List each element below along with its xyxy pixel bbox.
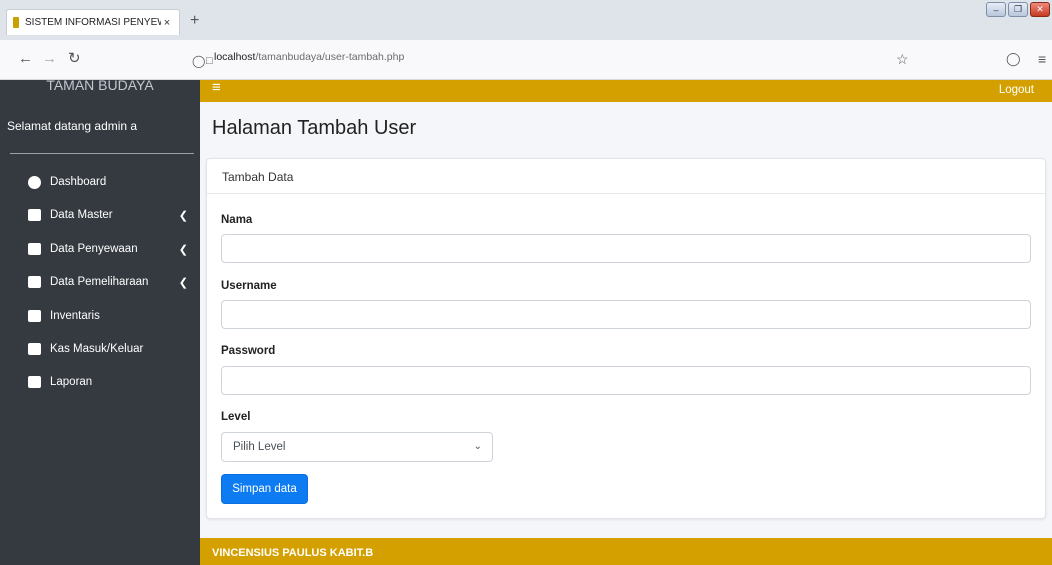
reload-icon[interactable]: ↻ bbox=[68, 50, 81, 68]
footer: VINCENSIUS PAULUS KABIT.B bbox=[200, 538, 1052, 565]
sidebar-item-kas[interactable]: Kas Masuk/Keluar bbox=[28, 341, 188, 357]
sidebar-item-laporan[interactable]: Laporan bbox=[28, 374, 188, 390]
url-bar[interactable]: localhost/tamanbudaya/user-tambah.php bbox=[214, 51, 404, 63]
simpan-button[interactable]: Simpan data bbox=[221, 474, 308, 504]
sidebar-item-inventaris[interactable]: Inventaris bbox=[28, 308, 188, 324]
sidebar-item-label: Dashboard bbox=[50, 176, 107, 188]
level-selected-value: Pilih Level bbox=[233, 441, 286, 453]
footer-text: VINCENSIUS PAULUS KABIT.B bbox=[212, 547, 374, 559]
back-icon[interactable]: ← bbox=[18, 50, 33, 68]
sidebar-item-dashboard[interactable]: Dashboard bbox=[28, 174, 188, 190]
square-icon bbox=[28, 209, 41, 221]
tab-title: SISTEM INFORMASI PENYEWAA bbox=[25, 17, 161, 28]
chevron-left-icon: ❮ bbox=[178, 209, 188, 222]
username-input[interactable] bbox=[221, 300, 1031, 329]
sidebar-item-label: Data Penyewaan bbox=[50, 243, 138, 255]
sidebar-item-label: Laporan bbox=[50, 376, 93, 388]
browser-tab[interactable]: SISTEM INFORMASI PENYEWAA × bbox=[6, 9, 180, 35]
password-label: Password bbox=[221, 345, 276, 357]
sidebar-item-label: Data Master bbox=[50, 209, 113, 221]
url-path: /tamanbudaya/user-tambah.php bbox=[255, 51, 405, 63]
page-title: Halaman Tambah User bbox=[212, 117, 417, 139]
browser-tab-bar: SISTEM INFORMASI PENYEWAA × + – ❐ ✕ bbox=[0, 0, 1052, 40]
sidebar-item-label: Data Pemeliharaan bbox=[50, 276, 149, 288]
sidebar-item-data-penyewaan[interactable]: Data Penyewaan ❮ bbox=[28, 241, 188, 257]
dashboard-icon bbox=[28, 175, 41, 189]
sidebar-divider bbox=[10, 153, 194, 154]
level-label: Level bbox=[221, 411, 251, 423]
window-close-icon[interactable]: ✕ bbox=[1030, 2, 1050, 17]
username-label: Username bbox=[221, 280, 277, 292]
close-tab-icon[interactable]: × bbox=[161, 17, 173, 29]
shield-icon[interactable]: ◯ bbox=[192, 52, 205, 70]
forward-icon[interactable]: → bbox=[42, 50, 57, 68]
sidebar-item-label: Kas Masuk/Keluar bbox=[50, 343, 144, 355]
logout-link[interactable]: Logout bbox=[999, 84, 1034, 96]
window-controls: – ❐ ✕ bbox=[986, 2, 1050, 17]
welcome-text: Selamat datang admin a bbox=[7, 119, 138, 133]
minimize-icon[interactable]: – bbox=[986, 2, 1006, 17]
form-card: Tambah Data bbox=[206, 158, 1046, 519]
sidebar-item-label: Inventaris bbox=[50, 310, 100, 322]
nama-input[interactable] bbox=[221, 234, 1031, 263]
password-input[interactable] bbox=[221, 366, 1031, 395]
url-host: localhost bbox=[214, 51, 256, 63]
chevron-left-icon: ❮ bbox=[178, 276, 188, 289]
new-tab-button[interactable]: + bbox=[190, 13, 199, 29]
page-icon: □ bbox=[206, 55, 213, 67]
restore-icon[interactable]: ❐ bbox=[1008, 2, 1028, 17]
level-select[interactable]: Pilih Level ⌄ bbox=[221, 432, 493, 462]
square-icon bbox=[28, 310, 41, 322]
hamburger-icon[interactable]: ≡ bbox=[212, 79, 221, 97]
nama-label: Nama bbox=[221, 214, 253, 226]
chevron-left-icon: ❮ bbox=[178, 243, 188, 256]
brand-title[interactable]: TAMAN BUDAYA bbox=[0, 74, 200, 94]
favicon-icon bbox=[13, 17, 19, 28]
card-title: Tambah Data bbox=[207, 159, 1045, 194]
top-header: ≡ Logout bbox=[200, 79, 1052, 102]
square-icon bbox=[28, 376, 41, 388]
sidebar: TAMAN BUDAYA Selamat datang admin a Dash… bbox=[0, 78, 200, 565]
pocket-icon[interactable]: ◯ bbox=[1006, 50, 1021, 68]
square-icon bbox=[28, 276, 41, 288]
square-icon bbox=[28, 343, 41, 355]
sidebar-item-data-master[interactable]: Data Master ❮ bbox=[28, 207, 188, 223]
bookmark-star-icon[interactable]: ☆ bbox=[896, 50, 909, 68]
square-icon bbox=[28, 243, 41, 255]
menu-icon[interactable]: ≡ bbox=[1038, 50, 1046, 68]
chevron-down-icon: ⌄ bbox=[473, 441, 482, 452]
sidebar-item-data-pemeliharaan[interactable]: Data Pemeliharaan ❮ bbox=[28, 274, 188, 290]
